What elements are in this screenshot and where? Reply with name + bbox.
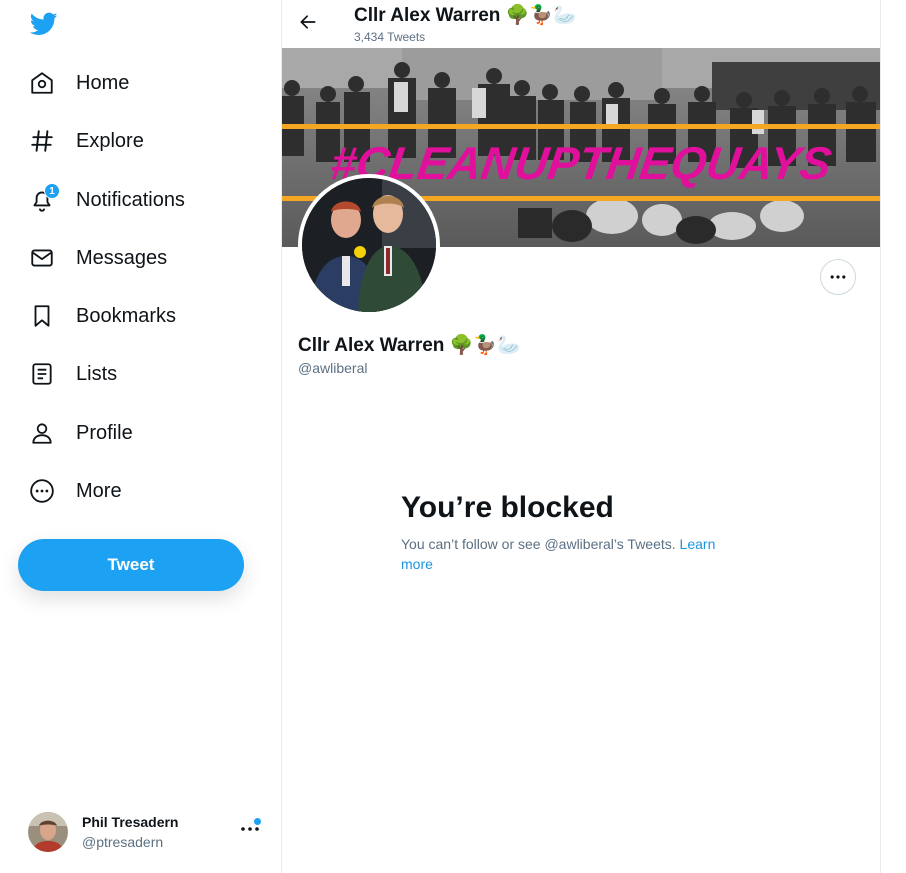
more-horizontal-icon	[830, 275, 846, 279]
profile-name: Cllr Alex Warren 🌳🦆🦢	[298, 333, 521, 357]
blocked-notice: You’re blocked You can’t follow or see @…	[401, 490, 741, 574]
header-title-text: Cllr Alex Warren	[354, 5, 501, 26]
nav-item-home[interactable]: Home	[18, 59, 238, 107]
twitter-bird-icon[interactable]	[28, 10, 60, 38]
account-names: Phil Tresadern @ptresadern	[82, 812, 178, 852]
home-icon	[18, 59, 66, 107]
nav-label-more: More	[76, 479, 122, 502]
nav-item-explore[interactable]: Explore	[18, 117, 238, 165]
back-button[interactable]	[296, 8, 320, 36]
bell-icon: 1	[18, 176, 66, 224]
hashtag-icon	[18, 117, 66, 165]
bookmark-icon	[18, 292, 66, 340]
header-title: Cllr Alex Warren 🌳🦆🦢	[354, 3, 577, 27]
app-root: Home Explore 1 Notifications Messages Bo…	[0, 0, 906, 873]
nav-item-notifications[interactable]: 1 Notifications	[18, 176, 238, 224]
blocked-message-text: You can’t follow or see @awliberal’s Twe…	[401, 536, 680, 552]
nav-item-profile[interactable]: Profile	[18, 409, 238, 457]
nav-label-profile: Profile	[76, 421, 133, 444]
profile-more-button[interactable]	[820, 259, 856, 295]
tweet-count: 3,434 Tweets	[354, 30, 426, 44]
more-circle-icon	[18, 467, 66, 515]
nav-label-home: Home	[76, 71, 130, 94]
envelope-icon	[18, 234, 66, 282]
arrow-left-icon	[300, 15, 316, 29]
nav-label-bookmarks: Bookmarks	[76, 304, 177, 327]
account-name: Phil Tresadern	[82, 814, 179, 830]
profile-handle: @awliberal	[298, 360, 368, 376]
tweet-button[interactable]: Tweet	[18, 539, 244, 591]
profile-avatar[interactable]	[298, 174, 440, 316]
nav-item-messages[interactable]: Messages	[18, 234, 238, 282]
person-icon	[18, 409, 66, 457]
blocked-title: You’re blocked	[401, 491, 614, 524]
profile-header: Cllr Alex Warren 🌳🦆🦢 3,434 Tweets	[282, 0, 880, 48]
account-handle: @ptresadern	[82, 834, 164, 850]
avatar	[28, 812, 68, 852]
nav-label-notifications: Notifications	[76, 188, 185, 211]
list-icon	[18, 350, 66, 398]
unread-dot	[254, 818, 261, 825]
header-title-emoji: 🌳🦆🦢	[505, 4, 577, 26]
nav-item-bookmarks[interactable]: Bookmarks	[18, 292, 238, 340]
main-column: Cllr Alex Warren 🌳🦆🦢 3,434 Tweets #CLEAN…	[282, 0, 881, 873]
profile-name-text: Cllr Alex Warren	[298, 335, 445, 356]
profile-name-emoji: 🌳🦆🦢	[449, 334, 521, 356]
blocked-message: You can’t follow or see @awliberal’s Twe…	[401, 534, 741, 574]
nav-item-more[interactable]: More	[18, 467, 238, 515]
nav-label-messages: Messages	[76, 246, 168, 269]
sidebar: Home Explore 1 Notifications Messages Bo…	[0, 0, 282, 873]
account-switcher[interactable]: Phil Tresadern @ptresadern	[28, 806, 268, 858]
nav-item-lists[interactable]: Lists	[18, 350, 238, 398]
notification-badge: 1	[44, 183, 60, 199]
nav-label-lists: Lists	[76, 362, 118, 385]
profile-avatar-photo	[302, 178, 436, 312]
nav-label-explore: Explore	[76, 129, 144, 152]
